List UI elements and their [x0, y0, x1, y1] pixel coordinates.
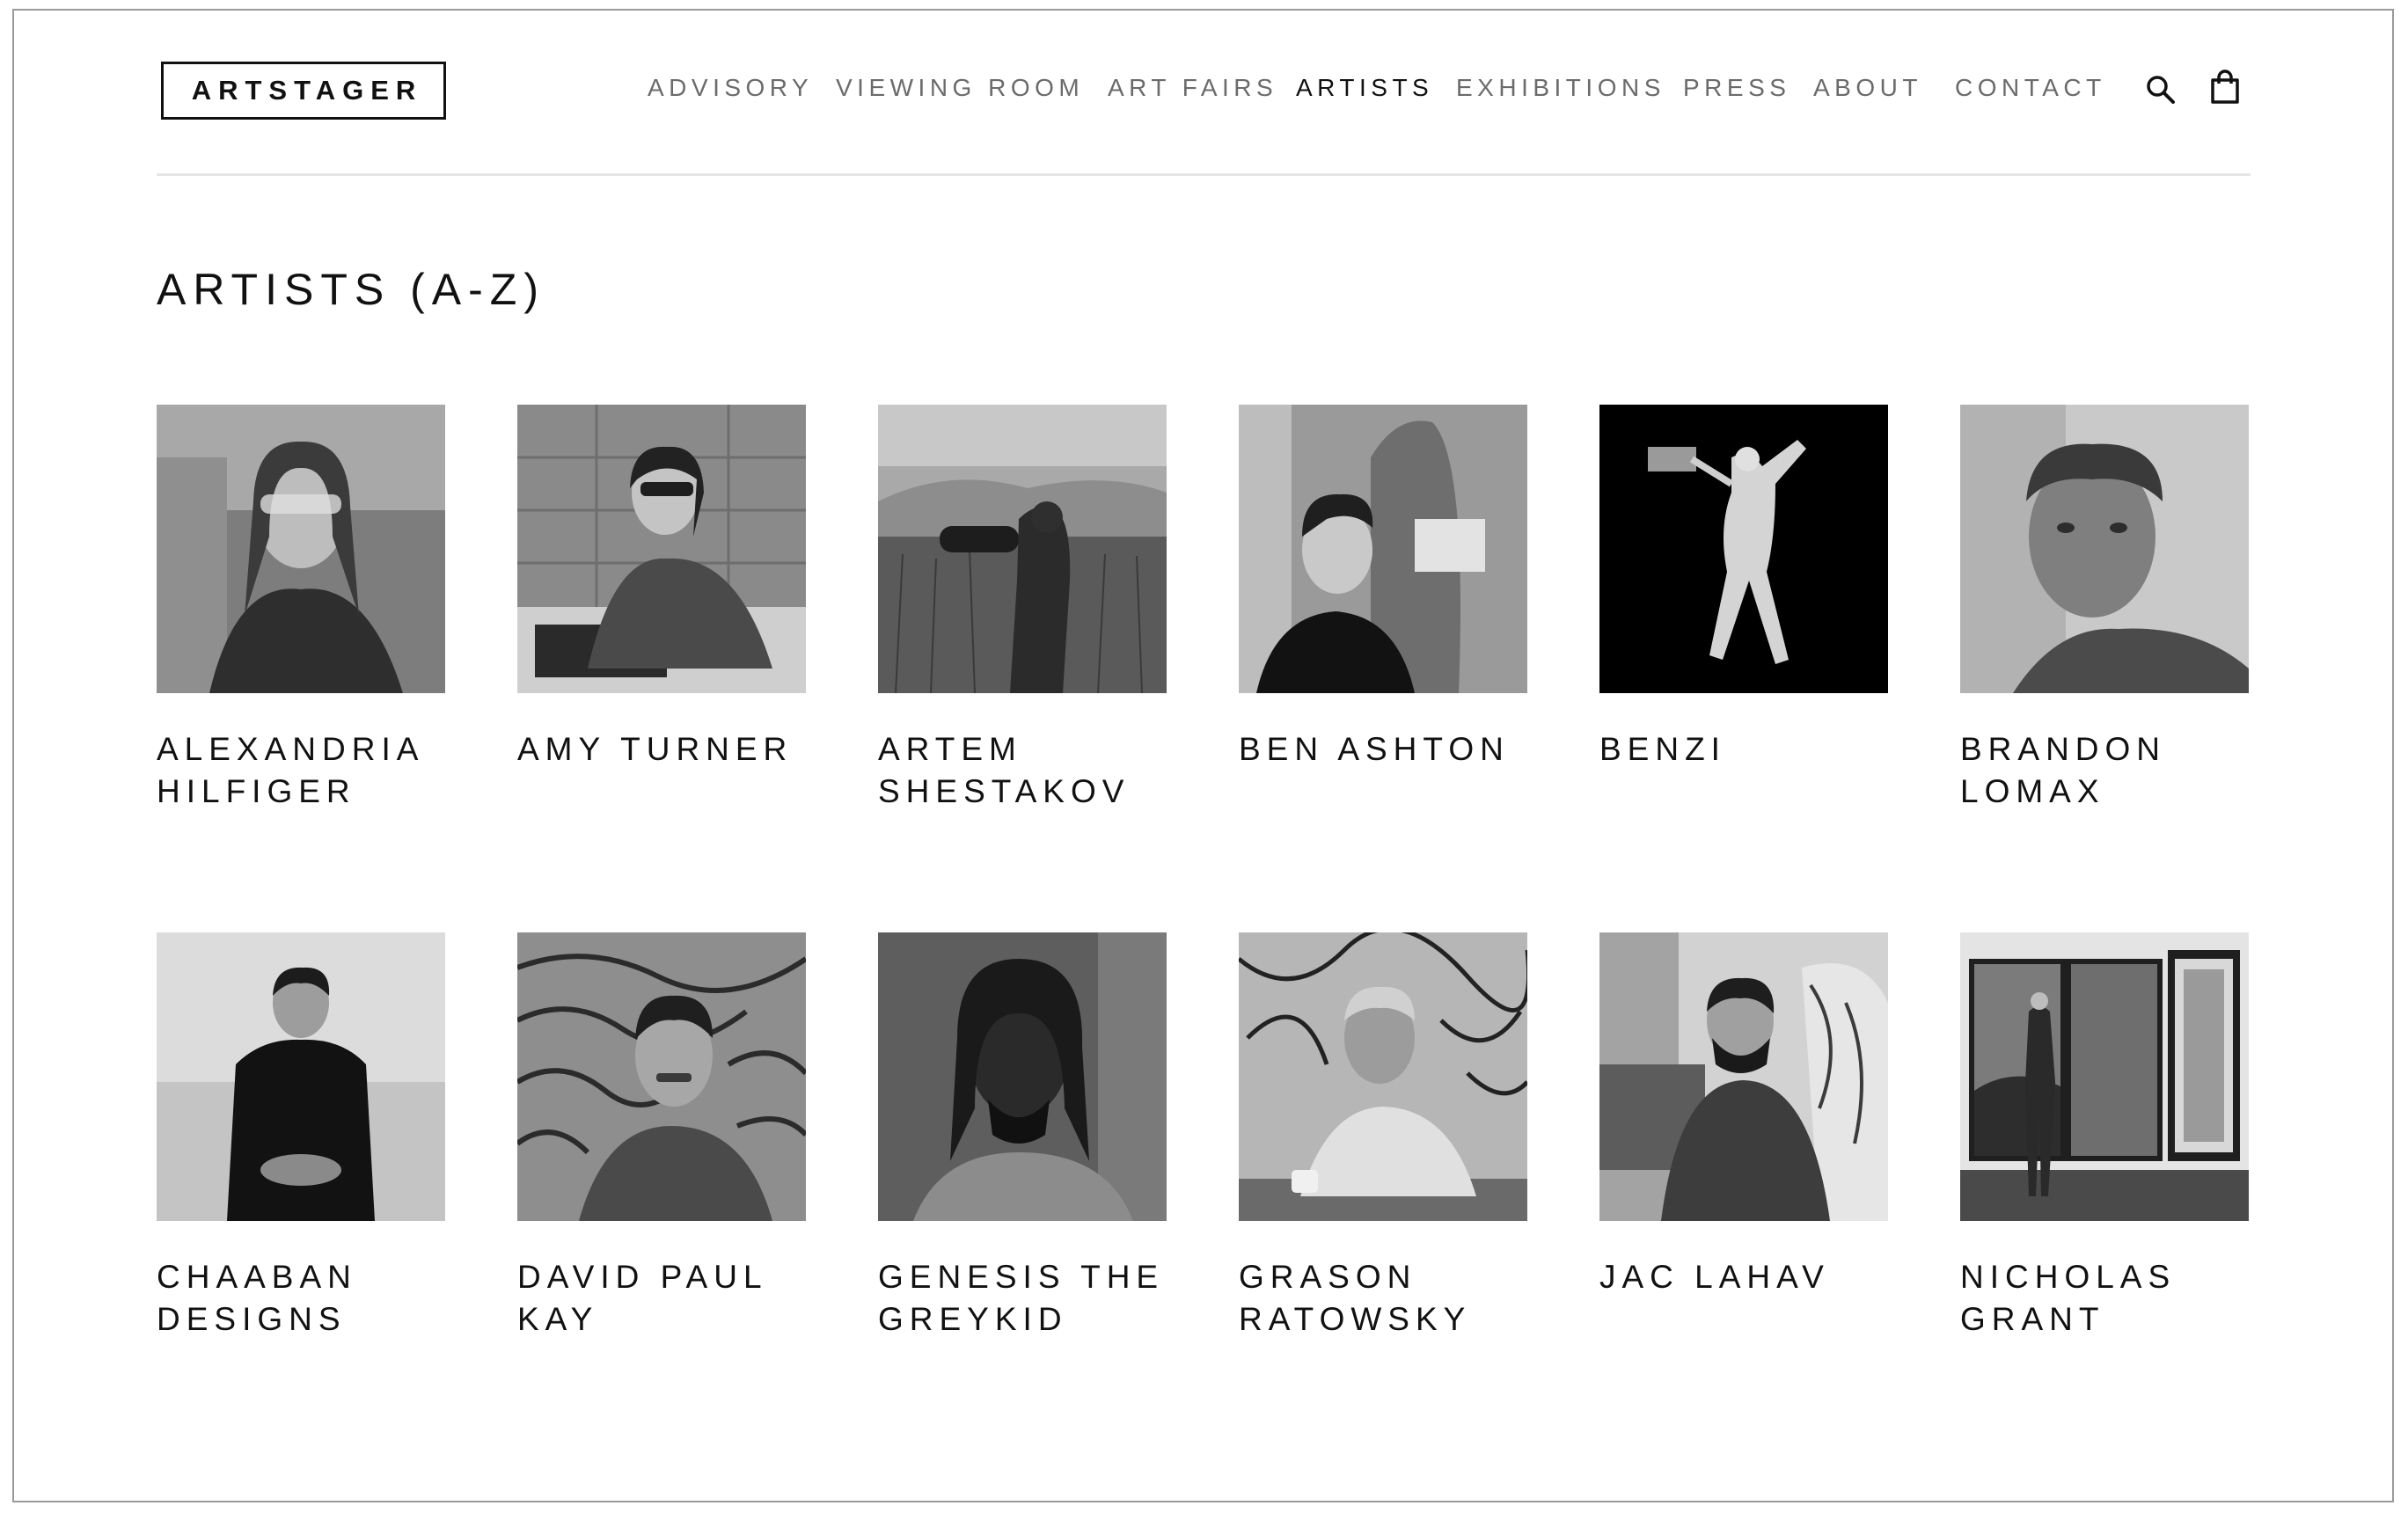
artist-card[interactable]: BRANDON LOMAX	[1960, 405, 2249, 932]
artist-card[interactable]: ARTEM SHESTAKOV	[878, 405, 1167, 932]
artist-name[interactable]: BRANDON LOMAX	[1960, 728, 2249, 813]
artist-photo[interactable]	[1239, 932, 1527, 1221]
artist-photo[interactable]	[157, 405, 445, 693]
artist-card[interactable]: BEN ASHTON	[1239, 405, 1527, 932]
artist-photo[interactable]	[157, 932, 445, 1221]
shopping-bag-icon[interactable]	[2208, 69, 2242, 106]
artist-name[interactable]: BEN ASHTON	[1239, 728, 1527, 771]
nav-press[interactable]: PRESS	[1683, 74, 1790, 102]
artist-photo[interactable]	[1599, 405, 1888, 693]
artist-photo[interactable]	[1239, 405, 1527, 693]
nav-artists[interactable]: ARTISTS	[1296, 74, 1433, 102]
nav-contact[interactable]: CONTACT	[1955, 74, 2106, 102]
nav-about[interactable]: ABOUT	[1813, 74, 1922, 102]
artist-name[interactable]: NICHOLAS GRANT	[1960, 1256, 2249, 1341]
artist-card[interactable]: GENESIS THE GREYKID	[878, 932, 1167, 1460]
artist-card[interactable]: CHAABAN DESIGNS	[157, 932, 445, 1460]
artist-name[interactable]: ARTEM SHESTAKOV	[878, 728, 1167, 813]
page-title: ARTISTS (A-Z)	[157, 265, 545, 314]
artist-photo[interactable]	[1960, 405, 2249, 693]
search-icon[interactable]	[2145, 74, 2177, 106]
nav-exhibitions[interactable]: EXHIBITIONS	[1456, 74, 1665, 102]
artist-name[interactable]: GENESIS THE GREYKID	[878, 1256, 1167, 1341]
artist-name[interactable]: BENZI	[1599, 728, 1888, 771]
artist-name[interactable]: AMY TURNER	[517, 728, 806, 771]
main-nav: ADVISORY VIEWING ROOM ART FAIRS ARTISTS …	[0, 74, 2408, 109]
header-divider	[157, 173, 2251, 176]
artist-name[interactable]: CHAABAN DESIGNS	[157, 1256, 445, 1341]
nav-art-fairs[interactable]: ART FAIRS	[1108, 74, 1277, 102]
artist-card[interactable]: DAVID PAUL KAY	[517, 932, 806, 1460]
artist-card[interactable]: JAC LAHAV	[1599, 932, 1888, 1460]
artist-name[interactable]: DAVID PAUL KAY	[517, 1256, 806, 1341]
artist-name[interactable]: JAC LAHAV	[1599, 1256, 1888, 1298]
artist-photo[interactable]	[1599, 932, 1888, 1221]
artist-name[interactable]: GRASON RATOWSKY	[1239, 1256, 1527, 1341]
artist-card[interactable]: ALEXANDRIA HILFIGER	[157, 405, 445, 932]
artist-photo[interactable]	[1960, 932, 2249, 1221]
artist-photo[interactable]	[878, 405, 1167, 693]
nav-viewing-room[interactable]: VIEWING ROOM	[836, 74, 1084, 102]
artist-card[interactable]: GRASON RATOWSKY	[1239, 932, 1527, 1460]
artist-photo[interactable]	[517, 932, 806, 1221]
artist-photo[interactable]	[517, 405, 806, 693]
artist-grid: ALEXANDRIA HILFIGER AMY TURNER ARTEM SHE…	[157, 405, 2251, 1460]
artist-card[interactable]: BENZI	[1599, 405, 1888, 932]
artist-photo[interactable]	[878, 932, 1167, 1221]
artist-name[interactable]: ALEXANDRIA HILFIGER	[157, 728, 445, 813]
artist-card[interactable]: AMY TURNER	[517, 405, 806, 932]
nav-advisory[interactable]: ADVISORY	[648, 74, 813, 102]
artist-card[interactable]: NICHOLAS GRANT	[1960, 932, 2249, 1460]
